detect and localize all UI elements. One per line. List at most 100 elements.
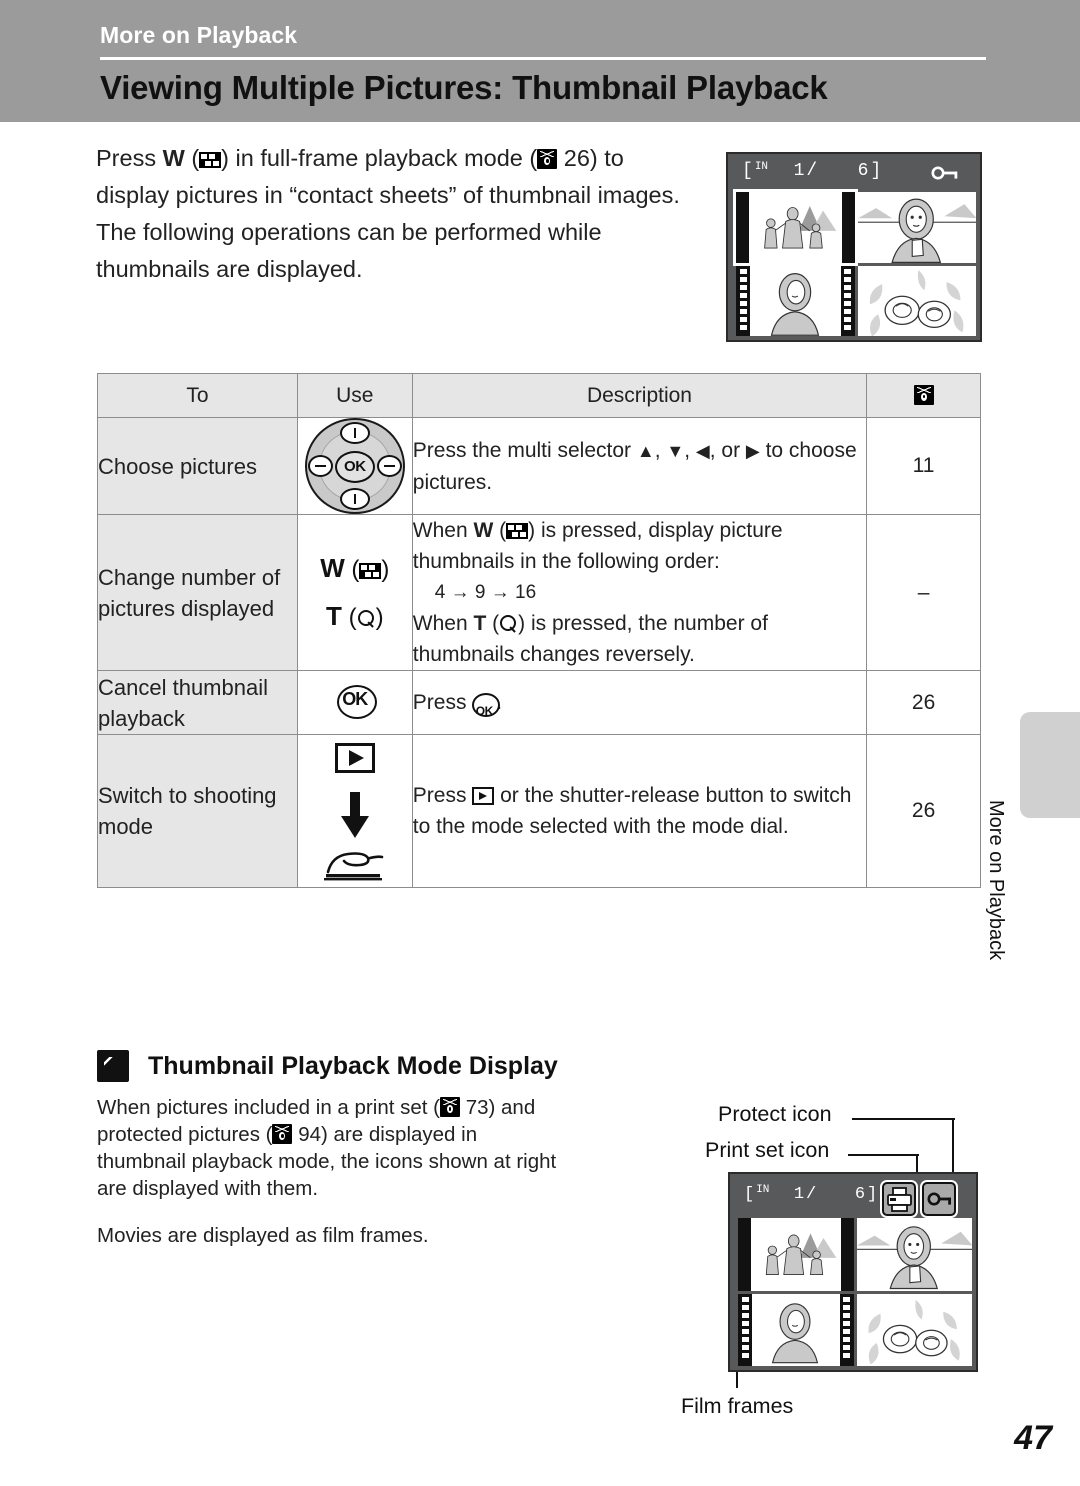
- tele-button-row: T (): [326, 600, 384, 631]
- shutter-release-icon: [323, 852, 384, 881]
- page-reference-icon: [272, 1124, 293, 1144]
- wide-button-label: W: [473, 519, 494, 542]
- page-reference-icon: [537, 149, 558, 169]
- up-triangle-icon: ▲: [636, 440, 655, 461]
- down-arrow-icon: [340, 792, 369, 838]
- film-frame-right: [839, 1293, 854, 1366]
- page-reference-icon: [439, 1097, 460, 1117]
- ok-button-icon: OK: [336, 685, 377, 719]
- family-photo-illustration: [751, 1227, 841, 1281]
- zoom-buttons-group: W () T (): [298, 545, 412, 641]
- page-number: 47: [1014, 1419, 1052, 1457]
- family-photo-illustration: [749, 199, 841, 255]
- thumbnail-cell-2[interactable]: [857, 192, 976, 263]
- key-icon: [922, 1182, 956, 1216]
- row-2-reference: –: [866, 514, 981, 671]
- table-row: Cancel thumbnail playback OK Press OK. 2…: [97, 670, 981, 735]
- row-4-description: Press or the shutter-release button to s…: [411, 734, 868, 888]
- note-page-ref-2: 94: [298, 1123, 321, 1146]
- row-1-reference: 11: [866, 417, 981, 515]
- row-1-description: Press the multi selector ▲, ▼, ◀, or ▶ t…: [411, 417, 868, 515]
- printer-glyph: [887, 1187, 912, 1212]
- row-2-to: Change number of pictures displayed: [97, 514, 298, 671]
- page-title: Viewing Multiple Pictures: Thumbnail Pla…: [100, 69, 828, 106]
- thumbnail-screen-illustration-top: [IN 1/ 6]: [726, 152, 982, 342]
- col-header-to: To: [97, 373, 298, 418]
- col-header-use: Use: [296, 373, 413, 418]
- film-frame-left: [736, 265, 750, 336]
- row-4-use: [296, 734, 413, 888]
- ok-button-wrap: OK: [298, 671, 412, 734]
- playback-button-wrap: [298, 735, 412, 784]
- note-paragraph-2: Movies are displayed as film frames.: [97, 1224, 429, 1247]
- key-icon: [931, 166, 958, 180]
- row-3-desc-pre: Press: [412, 691, 473, 714]
- operations-table: To Use Description Choose pictures OK Pr…: [97, 373, 981, 888]
- printer-icon: [882, 1182, 916, 1216]
- total-frames: 6: [857, 161, 871, 181]
- ok-button-icon: OK: [472, 693, 501, 718]
- key-glyph: [927, 1192, 951, 1206]
- film-frame-right: [840, 265, 855, 336]
- header-divider: [100, 57, 986, 60]
- f1: When: [412, 519, 474, 542]
- thumbnail-cell-3-movie[interactable]: [738, 1293, 854, 1366]
- intro-frag-b: (: [184, 145, 200, 171]
- intro-frag-c: ) in full-frame playback mode (: [221, 145, 538, 171]
- thumbnail-cell-1[interactable]: [733, 189, 858, 266]
- table-row: Switch to shooting mode Press or the shu…: [97, 734, 981, 888]
- row-3-description: Press OK.: [411, 670, 868, 735]
- playback-button-icon: [472, 787, 495, 805]
- internal-memory-label: IN: [756, 1184, 770, 1196]
- film-frame-left: [738, 1293, 752, 1366]
- col-header-description: Description: [411, 373, 868, 418]
- thumbnail-icon: [199, 152, 222, 168]
- table-row: Change number of pictures displayed W ()…: [97, 514, 981, 671]
- row-2-desc-line3: When T () is pressed, the number of thum…: [413, 608, 866, 670]
- f2: (: [493, 519, 507, 542]
- note-frag-a: When pictures included in a print set (: [97, 1096, 440, 1119]
- thumbnail-grid: [733, 189, 976, 336]
- row-4-to: Switch to shooting mode: [97, 734, 298, 888]
- row-1-desc-pre: Press the multi selector: [412, 438, 637, 462]
- row-4-reference: 26: [866, 734, 981, 888]
- sep1: ,: [654, 438, 667, 462]
- chapter-label: More on Playback: [100, 22, 298, 48]
- note-body: When pictures included in a print set ( …: [97, 1094, 567, 1249]
- note-title: Thumbnail Playback Mode Display: [148, 1052, 558, 1080]
- sep2: ,: [684, 438, 696, 462]
- row-1-to: Choose pictures: [97, 417, 298, 515]
- intro-paragraph-1: Press W () in full-frame playback mode (…: [96, 140, 686, 214]
- row-3-to: Cancel thumbnail playback: [97, 670, 298, 735]
- row-4-desc-pre: Press: [412, 784, 473, 807]
- thumbnail-cell-3-movie[interactable]: [736, 265, 855, 336]
- sep3: , or: [709, 438, 746, 462]
- thumbnail-cell-1[interactable]: [738, 1218, 854, 1291]
- col-header-reference: [866, 373, 981, 418]
- f4: When: [412, 612, 474, 635]
- bracket-close: ]: [870, 161, 884, 181]
- portrait-photo-illustration: [857, 192, 976, 263]
- leader-line-protect-horizontal: [852, 1118, 955, 1121]
- thumbnail-icon: [359, 562, 382, 579]
- multi-selector-up: [339, 422, 370, 444]
- row-1-use: OK: [296, 417, 413, 515]
- thumbnail-cell-4[interactable]: [856, 1293, 972, 1366]
- movie-thumbnail-illustration: [752, 1296, 838, 1363]
- thumbnail-cell-2[interactable]: [856, 1218, 972, 1291]
- row-2-use: W () T (): [296, 514, 413, 671]
- bracket-open: [: [742, 161, 755, 181]
- screen-status-bar: [IN 1/ 6]: [728, 154, 980, 194]
- wide-button-label: W: [320, 552, 345, 583]
- flower-photo-illustration: [857, 265, 976, 336]
- row-2-desc-order: 4 → 9 → 16: [434, 582, 537, 603]
- leader-line-print-horizontal: [848, 1154, 919, 1157]
- callout-film-frames-label: Film frames: [681, 1394, 794, 1418]
- pencil-note-icon: [97, 1050, 129, 1082]
- total-frames: 6: [854, 1185, 868, 1204]
- magnify-icon: [499, 614, 518, 634]
- right-triangle-icon: ▶: [745, 440, 760, 461]
- callout-print-set-label: Print set icon: [705, 1138, 830, 1162]
- multi-selector-right: [376, 455, 402, 477]
- thumbnail-cell-4[interactable]: [857, 265, 976, 336]
